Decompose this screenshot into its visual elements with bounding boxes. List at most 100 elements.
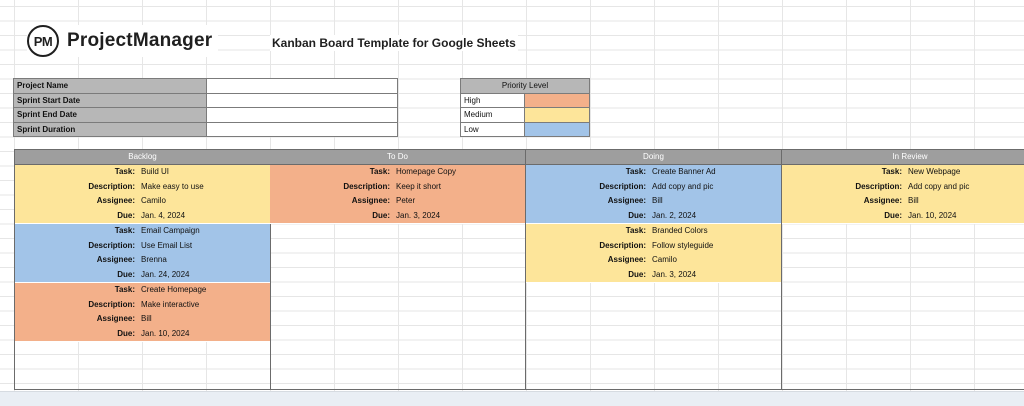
task-label: Task: xyxy=(114,167,135,177)
card-row-task[interactable]: Task: New Webpage xyxy=(782,165,1024,180)
task-value: Build UI xyxy=(141,167,170,177)
assignee-label: Assignee: xyxy=(607,196,646,206)
pm-logo-icon: PM xyxy=(27,25,59,57)
card-row-due[interactable]: Due: Jan. 4, 2024 xyxy=(15,208,270,223)
due-value: Jan. 3, 2024 xyxy=(396,210,441,220)
card-row-assignee[interactable]: Assignee: Camilo xyxy=(15,194,270,209)
priority-legend: Priority Level High Medium Low xyxy=(460,78,590,137)
card-row-task[interactable]: Task: Build UI xyxy=(15,165,270,180)
task-card[interactable]: Task: Email Campaign Description: Use Email… xyxy=(15,223,270,283)
description-value: Keep it short xyxy=(396,181,441,191)
card-row-due[interactable]: Due: Jan. 2, 2024 xyxy=(526,208,781,223)
task-value: Branded Colors xyxy=(652,226,708,236)
priority-medium-label: Medium xyxy=(460,107,525,123)
description-label: Description: xyxy=(88,299,135,309)
sprint-duration-cell[interactable] xyxy=(206,121,398,137)
card-row-due[interactable]: Due: Jan. 3, 2024 xyxy=(526,267,781,282)
page-title: Kanban Board Template for Google Sheets xyxy=(270,35,518,51)
description-label: Description: xyxy=(599,240,646,250)
task-card[interactable]: Task: Build UI Description: Make easy to us… xyxy=(15,164,270,224)
task-card[interactable]: Task: Branded Colors Description: Follow st… xyxy=(526,223,781,283)
projectmanager-logo: PM ProjectManager xyxy=(27,25,219,57)
card-row-assignee[interactable]: Assignee: Peter xyxy=(270,194,525,209)
card-row-assignee[interactable]: Assignee: Brenna xyxy=(15,253,270,268)
sprint-duration-label: Sprint Duration xyxy=(13,121,207,137)
card-row-description[interactable]: Description: Make interactive xyxy=(15,297,270,312)
card-row-task[interactable]: Task: Create Homepage xyxy=(15,283,270,298)
description-value: Follow styleguide xyxy=(652,240,714,250)
card-row-due[interactable]: Due: Jan. 10, 2024 xyxy=(15,326,270,341)
card-row-description[interactable]: Description: Add copy and pic xyxy=(782,179,1024,194)
priority-header: Priority Level xyxy=(460,78,590,94)
project-name-cell[interactable] xyxy=(206,78,398,94)
project-info-table: Project Name Sprint Start Date Sprint En… xyxy=(13,78,398,137)
priority-medium-swatch[interactable] xyxy=(524,107,590,123)
assignee-value: Camilo xyxy=(652,255,677,265)
card-row-description[interactable]: Description: Add copy and pic xyxy=(526,179,781,194)
due-value: Jan. 10, 2024 xyxy=(908,210,957,220)
task-value: Create Homepage xyxy=(141,285,207,295)
kanban-column-backlog: Backlog Task: Build UI Description: Make eas… xyxy=(15,150,271,389)
column-header: In Review xyxy=(782,150,1024,165)
due-value: Jan. 4, 2024 xyxy=(141,210,186,220)
card-row-assignee[interactable]: Assignee: Bill xyxy=(15,312,270,327)
card-row-assignee[interactable]: Assignee: Bill xyxy=(782,194,1024,209)
due-value: Jan. 2, 2024 xyxy=(652,210,697,220)
due-label: Due: xyxy=(117,210,135,220)
priority-low-label: Low xyxy=(460,121,525,137)
sprint-end-label: Sprint End Date xyxy=(13,107,207,123)
description-label: Description: xyxy=(88,181,135,191)
card-row-task[interactable]: Task: Homepage Copy xyxy=(270,165,525,180)
card-row-description[interactable]: Description: Follow styleguide xyxy=(526,238,781,253)
description-value: Make easy to use xyxy=(141,181,204,191)
sprint-end-cell[interactable] xyxy=(206,107,398,123)
logo-text: ProjectManager xyxy=(67,30,213,51)
task-label: Task: xyxy=(114,226,135,236)
card-row-due[interactable]: Due: Jan. 10, 2024 xyxy=(782,208,1024,223)
assignee-value: Camilo xyxy=(141,196,166,206)
due-label: Due: xyxy=(117,269,135,279)
kanban-column-to-do: To Do Task: Homepage Copy Description: Keep … xyxy=(270,150,526,389)
assignee-label: Assignee: xyxy=(863,196,902,206)
card-row-assignee[interactable]: Assignee: Camilo xyxy=(526,253,781,268)
card-row-due[interactable]: Due: Jan. 24, 2024 xyxy=(15,267,270,282)
description-value: Make interactive xyxy=(141,299,200,309)
assignee-label: Assignee: xyxy=(96,255,135,265)
assignee-value: Brenna xyxy=(141,255,167,265)
card-row-task[interactable]: Task: Branded Colors xyxy=(526,224,781,239)
task-label: Task: xyxy=(625,167,646,177)
description-label: Description: xyxy=(599,181,646,191)
task-value: Email Campaign xyxy=(141,226,200,236)
card-row-task[interactable]: Task: Email Campaign xyxy=(15,224,270,239)
card-row-description[interactable]: Description: Keep it short xyxy=(270,179,525,194)
description-label: Description: xyxy=(88,240,135,250)
description-value: Add copy and pic xyxy=(908,181,970,191)
task-card[interactable]: Task: Create Homepage Description: Make int… xyxy=(15,282,270,342)
card-row-description[interactable]: Description: Use Email List xyxy=(15,238,270,253)
due-value: Jan. 3, 2024 xyxy=(652,269,697,279)
priority-high-label: High xyxy=(460,92,525,108)
due-label: Due: xyxy=(628,210,646,220)
priority-high-swatch[interactable] xyxy=(524,92,590,108)
card-row-task[interactable]: Task: Create Banner Ad xyxy=(526,165,781,180)
task-card[interactable]: Task: Homepage Copy Description: Keep it sh… xyxy=(270,164,525,224)
priority-low-swatch[interactable] xyxy=(524,121,590,137)
assignee-value: Bill xyxy=(141,314,152,324)
assignee-label: Assignee: xyxy=(607,255,646,265)
sprint-start-cell[interactable] xyxy=(206,92,398,108)
task-card[interactable]: Task: New Webpage Description: Add copy and… xyxy=(782,164,1024,224)
column-header: To Do xyxy=(270,150,525,165)
task-value: Homepage Copy xyxy=(396,167,457,177)
card-row-due[interactable]: Due: Jan. 3, 2024 xyxy=(270,208,525,223)
task-value: Create Banner Ad xyxy=(652,167,716,177)
due-value: Jan. 24, 2024 xyxy=(141,269,190,279)
task-label: Task: xyxy=(114,285,135,295)
card-row-description[interactable]: Description: Make easy to use xyxy=(15,179,270,194)
assignee-value: Bill xyxy=(908,196,919,206)
task-card[interactable]: Task: Create Banner Ad Description: Add cop… xyxy=(526,164,781,224)
task-value: New Webpage xyxy=(908,167,961,177)
kanban-column-in-review: In Review Task: New Webpage Description: Add… xyxy=(782,150,1024,389)
card-row-assignee[interactable]: Assignee: Bill xyxy=(526,194,781,209)
due-label: Due: xyxy=(372,210,390,220)
assignee-value: Bill xyxy=(652,196,663,206)
